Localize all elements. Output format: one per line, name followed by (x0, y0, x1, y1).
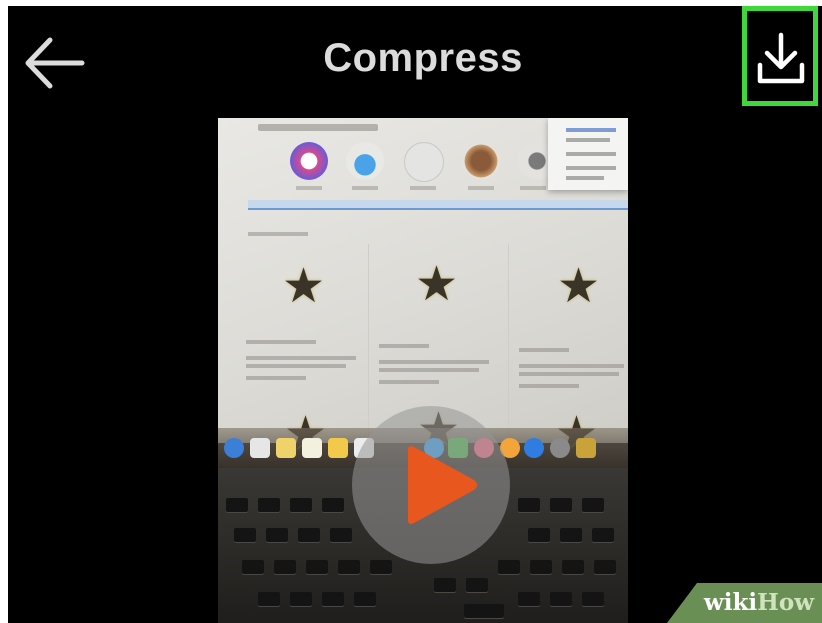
frame-result-card: ★ ★ (508, 244, 628, 461)
frame-app-caption (520, 186, 546, 190)
keyboard-key (298, 528, 320, 542)
keyboard-key (322, 498, 344, 512)
frame-card-line (519, 384, 579, 388)
video-frame-laptop-screen: ★ ★ ★ ★ ★ ★ (218, 118, 628, 461)
page-title: Compress (323, 36, 523, 80)
frame-card-line (379, 368, 479, 372)
dock-icon (524, 438, 544, 458)
dock-icon (576, 438, 596, 458)
dock-icon (550, 438, 570, 458)
frame-popup-line (566, 128, 616, 132)
frame-card-line (519, 364, 624, 368)
dock-icon (276, 438, 296, 458)
imovie-star-icon: ★ (282, 260, 326, 313)
compress-screen: Compress ★ ★ ★ (8, 6, 822, 623)
frame-app-icon (290, 142, 328, 180)
frame-card-line (519, 372, 619, 376)
frame-popup-line (566, 138, 610, 142)
keyboard-key (258, 592, 280, 606)
play-icon (408, 446, 477, 524)
keyboard-key (370, 560, 392, 574)
play-button[interactable] (352, 406, 510, 564)
download-button[interactable] (742, 6, 818, 106)
keyboard-key (582, 498, 604, 512)
keyboard-key (464, 604, 504, 618)
keyboard-key (306, 560, 328, 574)
keyboard-key (266, 528, 288, 542)
keyboard-key (592, 528, 614, 542)
frame-app-caption (296, 186, 322, 190)
keyboard-key (354, 592, 376, 606)
frame-card-line (519, 348, 569, 352)
frame-popup-line (566, 176, 604, 180)
frame-card-line (379, 360, 489, 364)
frame-downloads-popup (548, 118, 628, 190)
frame-card-line (246, 376, 306, 380)
frame-popup-line (566, 152, 616, 156)
keyboard-key (258, 498, 280, 512)
frame-results-label (248, 232, 308, 236)
frame-app-caption (468, 186, 494, 190)
keyboard-key (234, 528, 256, 542)
keyboard-key (498, 560, 520, 574)
keyboard-key (518, 498, 540, 512)
back-button[interactable] (20, 34, 90, 92)
keyboard-key (530, 560, 552, 574)
watermark-text: wikiHow (704, 589, 814, 616)
dock-icon (224, 438, 244, 458)
keyboard-key (290, 498, 312, 512)
keyboard-key (550, 592, 572, 606)
keyboard-key (274, 560, 296, 574)
keyboard-key (226, 498, 248, 512)
keyboard-key (518, 592, 540, 606)
watermark-wiki: wiki (703, 589, 758, 616)
frame-result-card: ★ ★ (236, 244, 366, 461)
frame-card-line (246, 364, 346, 368)
keyboard-key (338, 560, 360, 574)
arrow-left-icon (25, 37, 85, 89)
video-preview[interactable]: ★ ★ ★ ★ ★ ★ (218, 118, 628, 623)
frame-card-line (246, 340, 316, 344)
frame-card-line (246, 356, 356, 360)
frame-app-icon (404, 142, 444, 182)
frame-popup-line (566, 166, 616, 170)
keyboard-key (528, 528, 550, 542)
dock-icon (250, 438, 270, 458)
keyboard-key (242, 560, 264, 574)
keyboard-key (562, 560, 584, 574)
keyboard-key (434, 578, 456, 592)
keyboard-key (466, 578, 488, 592)
keyboard-key (560, 528, 582, 542)
download-icon (757, 32, 805, 84)
dock-icon (328, 438, 348, 458)
frame-app-icon (346, 142, 384, 180)
frame-card-line (379, 344, 429, 348)
imovie-star-icon: ★ (557, 260, 601, 313)
frame-search-bar (248, 200, 628, 210)
keyboard-key (290, 592, 312, 606)
imovie-star-icon: ★ (415, 258, 459, 311)
watermark-how: How (757, 589, 814, 616)
keyboard-key (322, 592, 344, 606)
keyboard-key (582, 592, 604, 606)
dock-icon (302, 438, 322, 458)
frame-app-icon (462, 142, 500, 180)
frame-app-caption (410, 186, 436, 190)
keyboard-key (594, 560, 616, 574)
frame-heading (258, 124, 378, 131)
frame-card-line (379, 380, 439, 384)
frame-app-caption (352, 186, 378, 190)
keyboard-key (330, 528, 352, 542)
keyboard-key (550, 498, 572, 512)
